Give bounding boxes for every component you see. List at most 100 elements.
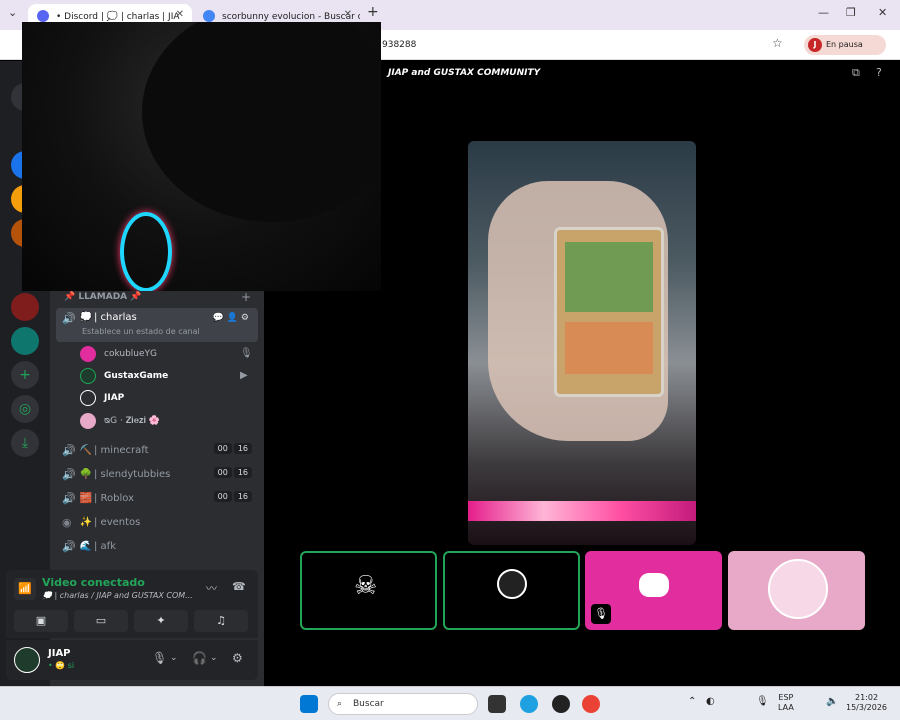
avatar[interactable] [14,647,40,673]
explore-icon[interactable]: ◎ [11,395,39,423]
discord-logo-icon [639,573,669,597]
channel-afk[interactable]: 🔊 🌊 | afk [56,535,258,557]
webcam-overlay[interactable] [22,22,381,291]
screen-share-button[interactable]: ▭ [74,610,128,632]
tab-search-icon[interactable]: ⌄ [8,6,17,19]
minimize-icon[interactable]: — [818,6,829,19]
clock-date: 15/3/2026 [846,703,888,712]
user-avatar [80,368,96,384]
search-placeholder: Buscar [353,699,384,709]
channel-name: | slendytubbies [94,468,171,480]
clock-time: 21:02 [854,693,879,702]
help-icon[interactable]: ? [876,66,882,79]
user-name: ᴓG · 𝐙𝐢𝐞𝐳𝐢 🌸 [104,416,161,426]
chevron-down-icon[interactable]: ⌄ [210,653,218,663]
user-count: 00 [213,491,232,502]
channel-emoji: 🌳 [79,468,93,480]
close-tab-icon[interactable]: ✕ [344,9,352,20]
voice-user[interactable]: JIAP [80,388,124,408]
activities-button[interactable]: ✦ [134,610,188,632]
server-icon[interactable] [11,293,39,321]
channel-emoji: ✨ [79,516,93,528]
channel-roblox[interactable]: 🔊 🧱 | Roblox 00 16 [56,487,258,509]
new-tab-button[interactable]: + [367,4,379,20]
add-server-icon[interactable]: + [11,361,39,389]
taskbar-search[interactable]: ⌕ Buscar [328,693,478,715]
app-icon[interactable] [552,695,570,713]
video-camera-icon: ▶ [240,370,248,381]
close-tab-icon[interactable]: ✕ [176,9,184,20]
noise-suppression-icon[interactable]: 〰 [206,580,217,596]
add-channel-icon[interactable]: + [241,290,251,304]
category-header[interactable]: 📌 LLAMADA 📌 [64,292,141,302]
restore-icon[interactable]: ❐ [846,6,856,19]
voice-user[interactable]: ᴓG · 𝐙𝐢𝐞𝐳𝐢 🌸 [80,411,160,431]
channel-emoji: ⛏️ [79,444,93,456]
close-window-icon[interactable]: ✕ [878,6,887,19]
chevron-up-icon[interactable]: ⌃ [688,697,696,707]
chrome-icon[interactable] [582,695,600,713]
clock[interactable]: 21:02 15/3/2026 [846,693,887,713]
speaker-tray-icon[interactable]: 🔈 [826,697,838,707]
voice-channel-path: 💭 | charlas / JIAP and GUSTAX COM... [42,591,193,600]
channel-emoji: 💭 [79,312,93,323]
voice-user[interactable]: cokublueYG [80,344,157,364]
username[interactable]: JIAP [48,648,71,659]
participant-tile[interactable]: ☠ [300,551,437,630]
speaker-icon: 🔊 [62,467,76,481]
profile-label: En pausa [826,40,863,49]
download-icon[interactable]: ⤓ [11,429,39,457]
channel-status[interactable]: Establece un estado de canal [82,327,200,336]
user-count: 00 [213,467,232,478]
edge-icon[interactable] [520,695,538,713]
popout-icon[interactable]: ⧉ [852,66,860,80]
user-name: JIAP [104,393,125,403]
channel-minecraft[interactable]: 🔊 ⛏️ | minecraft 00 16 [56,439,258,461]
microphone-icon[interactable]: 🎙 [152,651,167,665]
disconnect-icon[interactable]: ☎ [232,580,246,593]
participant-avatar: ☠ [354,571,378,601]
soundboard-button[interactable]: ♫ [194,610,248,632]
participant-tile[interactable] [728,551,865,630]
channel-name: | afk [94,540,116,552]
webcam-headphone-light [120,212,172,291]
language-indicator[interactable]: ESP LAA [778,693,794,713]
channel-charlas[interactable]: 🔊 💭 | charlas Establece un estado de can… [56,308,258,342]
user-name: cokublueYG [104,349,158,359]
channel-eventos[interactable]: ◉ ✨ | eventos [56,511,258,533]
headphones-icon[interactable]: 🎧 [192,651,207,665]
focused-video-stream[interactable] [468,141,696,545]
bookmark-star-icon[interactable]: ☆ [772,36,783,50]
webcam-head [142,22,381,222]
tab-discord-label: • Discord | 💭 | charlas | JIA [56,12,180,22]
signal-icon[interactable]: 📶 [14,578,36,600]
microphone-tray-icon[interactable]: 🎙 [756,697,769,707]
search-icon: ⌕ [337,699,343,709]
address-bar[interactable]: 938288 [360,35,800,55]
voice-status[interactable]: Video conectado [42,576,145,589]
video-trading-card [554,227,664,397]
tab-google-label: scorbunny evolucion - Buscar c [222,12,360,22]
tray-app-icon[interactable]: ◐ [706,697,715,707]
channel-settings-icon[interactable]: 💬👤⚙ [213,313,252,323]
task-view-icon[interactable] [488,695,506,713]
channel-emoji: 🧱 [79,492,93,504]
user-avatar [80,346,96,362]
user-limit: 16 [233,443,252,454]
profile-button[interactable]: J En pausa [804,35,886,55]
speaker-icon: 🔊 [62,491,76,505]
user-count: 00 [213,443,232,454]
server-icon[interactable] [11,327,39,355]
google-favicon-icon [203,10,215,22]
channel-slendytubbies[interactable]: 🔊 🌳 | slendytubbies 00 16 [56,463,258,485]
chevron-down-icon[interactable]: ⌄ [170,653,178,663]
participant-tile[interactable] [443,551,580,630]
camera-off-button[interactable]: ▣ [14,610,68,632]
participant-tile[interactable]: 🎙 [585,551,722,630]
profile-avatar: J [808,38,822,52]
windows-start-icon[interactable] [300,695,318,713]
keyboard-layout: LAA [778,703,794,712]
settings-gear-icon[interactable]: ⚙ [232,651,243,665]
participant-avatar [497,569,527,599]
voice-user[interactable]: GustaxGame [80,366,168,386]
